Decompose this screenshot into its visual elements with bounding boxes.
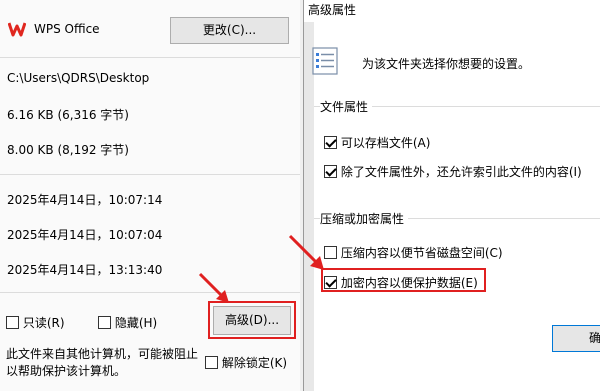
checkbox-box[interactable] — [205, 356, 218, 369]
red-arrow-icon — [288, 234, 324, 270]
checkbox-box[interactable] — [98, 316, 111, 329]
created-value: 2025年4月14日，10:07:14 — [7, 193, 163, 207]
readonly-checkbox[interactable]: 只读(R) — [6, 314, 65, 331]
compress-group-label: 压缩或加密属性 — [320, 210, 409, 227]
properties-panel: WPS Office 更改(C)... C:\Users\QDRS\Deskto… — [0, 0, 300, 391]
security-warning: 此文件来自其他计算机，可能被阻止以帮助保护该计算机。 — [6, 347, 199, 378]
size-value: 6.16 KB (6,316 字节) — [7, 108, 129, 122]
dialog-body: 为该文件夹选择你想要的设置。 文件属性 可以存档文件(A) 除了文件属性外，还允… — [312, 22, 600, 391]
index-checkbox[interactable]: 除了文件属性外，还允许索引此文件的内容(I) — [324, 163, 582, 180]
advanced-attributes-dialog: 高级属性 为该文件夹选择你想要的设置。 文件属性 可以存档文件(A) 除了文件属… — [288, 0, 600, 391]
hidden-label: 隐藏(H) — [114, 316, 158, 330]
divider — [0, 174, 300, 175]
highlight-box — [208, 301, 296, 339]
accessed-value: 2025年4月14日，13:13:40 — [7, 263, 163, 277]
divider — [0, 292, 300, 293]
app-name: WPS Office — [34, 22, 100, 36]
compress-label: 压缩内容以便节省磁盘空间(C) — [340, 246, 503, 260]
checkbox-box[interactable] — [6, 316, 19, 329]
index-label: 除了文件属性外，还允许索引此文件的内容(I) — [340, 165, 582, 179]
size-on-disk-value: 8.00 KB (8,192 字节) — [7, 143, 129, 157]
dialog-strip — [304, 22, 314, 391]
location-value: C:\Users\QDRS\Desktop — [7, 71, 150, 85]
hidden-checkbox[interactable]: 隐藏(H) — [98, 314, 157, 331]
red-arrow-icon — [198, 272, 229, 303]
archive-checkbox[interactable]: 可以存档文件(A) — [324, 134, 430, 151]
unblock-label: 解除锁定(K) — [221, 356, 288, 370]
ok-button[interactable]: 确定 — [552, 325, 600, 352]
highlight-box — [321, 268, 486, 292]
checkbox-box[interactable] — [324, 165, 337, 178]
divider — [0, 57, 300, 58]
compress-checkbox[interactable]: 压缩内容以便节省磁盘空间(C) — [324, 244, 503, 261]
opens-with-row: WPS Office — [8, 20, 100, 38]
settings-list-icon — [312, 47, 338, 75]
checkbox-box[interactable] — [324, 136, 337, 149]
unblock-checkbox[interactable]: 解除锁定(K) — [205, 354, 287, 371]
readonly-label: 只读(R) — [22, 316, 65, 330]
wps-logo-icon — [8, 20, 26, 38]
dialog-title: 高级属性 — [304, 0, 600, 22]
file-attrs-group-label: 文件属性 — [320, 98, 373, 115]
archive-label: 可以存档文件(A) — [340, 136, 431, 150]
change-button[interactable]: 更改(C)... — [170, 17, 289, 44]
modified-value: 2025年4月14日，10:07:04 — [7, 228, 163, 242]
dialog-description: 为该文件夹选择你想要的设置。 — [362, 57, 531, 71]
